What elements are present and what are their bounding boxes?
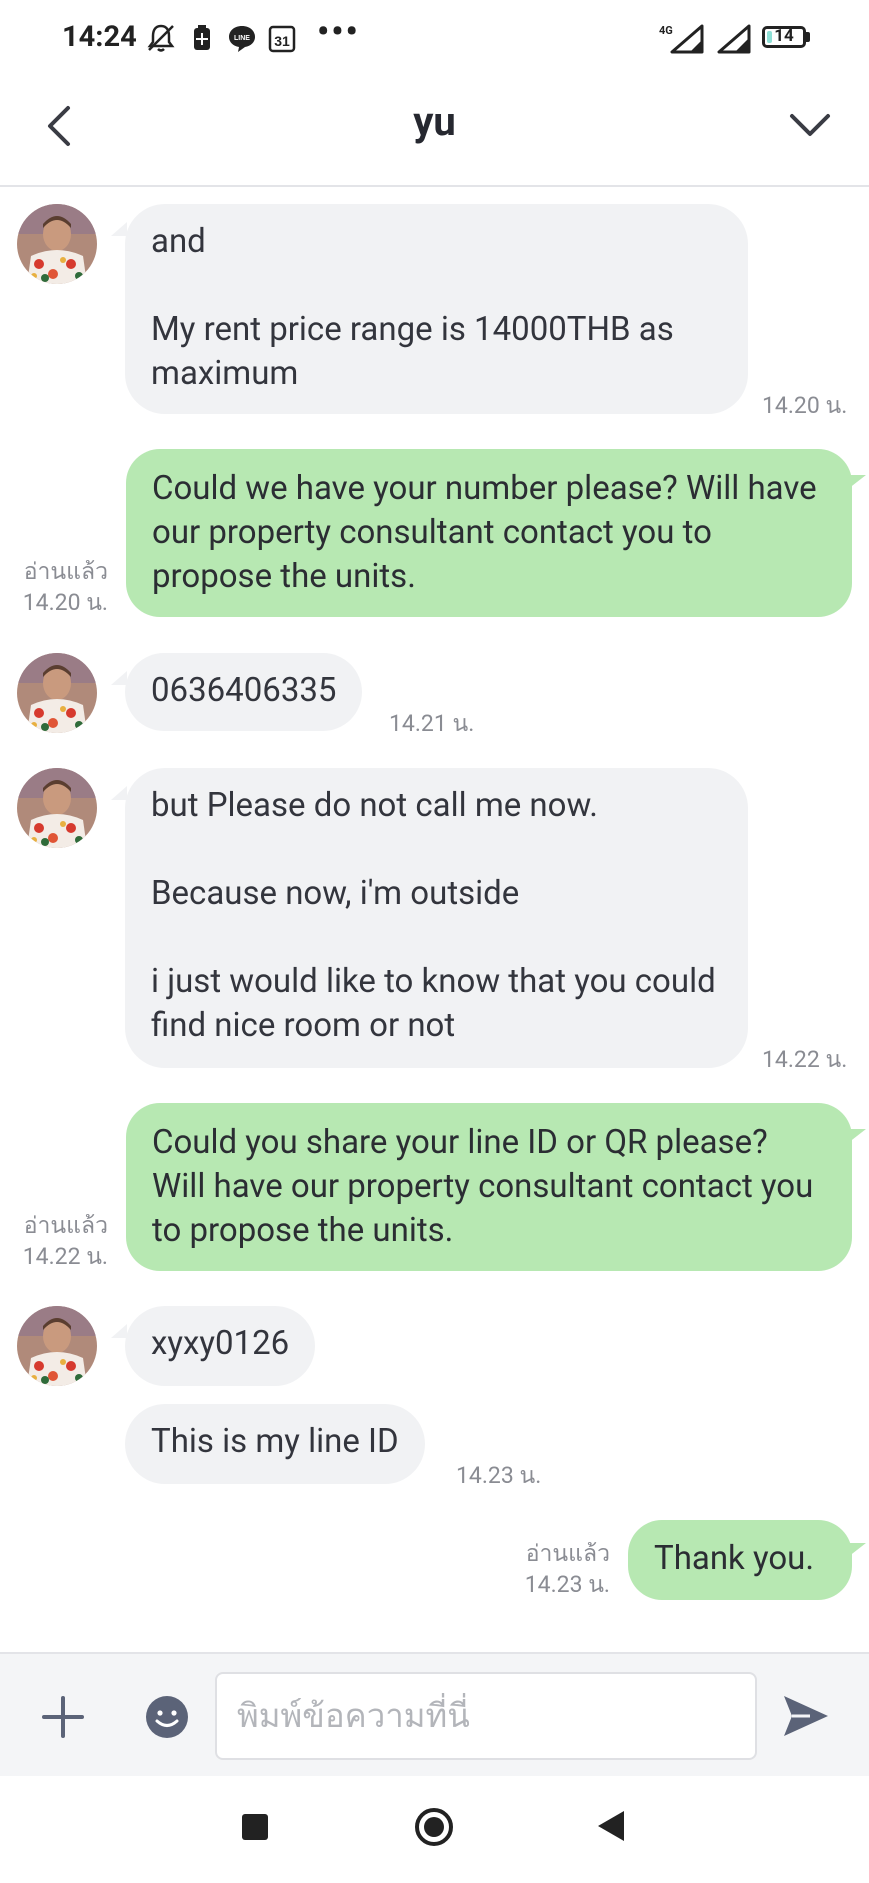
plus-icon[interactable] xyxy=(40,1694,86,1740)
bubble-tail xyxy=(111,1324,127,1338)
bubble-tail xyxy=(111,222,127,236)
line-app-icon: LINE xyxy=(229,26,255,52)
message-bubble[interactable]: xyxy0126 xyxy=(125,1306,316,1386)
bubble-tail xyxy=(111,671,127,685)
message-bubble[interactable]: and My rent price range is 14000THB as m… xyxy=(125,204,748,414)
emoji-icon[interactable] xyxy=(144,1694,190,1740)
message-time: 14.23 น. xyxy=(524,1571,610,1598)
battery-icon: 14 xyxy=(762,26,806,48)
battery-saver-icon xyxy=(194,25,210,50)
mute-notifications-icon xyxy=(147,24,175,52)
message-time: 14.23 น. xyxy=(456,1462,542,1489)
svg-text:LINE: LINE xyxy=(234,35,250,42)
message-time: 14.21 น. xyxy=(389,710,475,737)
more-notifications-icon: ••• xyxy=(317,12,360,52)
message-time: 14.20 น. xyxy=(22,589,108,616)
message-bubble[interactable]: 0636406335 xyxy=(125,653,363,731)
avatar[interactable] xyxy=(17,768,97,848)
chat-title: yu xyxy=(413,98,456,145)
bubble-tail xyxy=(111,786,127,800)
message-read-receipt: อ่านแล้ว 14.23 น. xyxy=(500,1538,610,1600)
bubble-tail xyxy=(848,1129,866,1143)
calendar-icon: 31 xyxy=(268,25,296,53)
read-status: อ่านแล้ว xyxy=(23,558,108,585)
bubble-tail xyxy=(848,475,866,489)
message-bubble[interactable]: This is my line ID xyxy=(125,1404,425,1484)
signal-icon xyxy=(670,24,704,54)
signal-icon-2 xyxy=(717,24,751,54)
send-icon[interactable] xyxy=(780,1692,832,1740)
message-time: 14.22 น. xyxy=(762,1046,848,1073)
message-time: 14.22 น. xyxy=(22,1243,108,1270)
battery-nub xyxy=(806,32,810,42)
calendar-day: 31 xyxy=(274,33,290,49)
system-nav-bar xyxy=(0,1776,869,1883)
message-bubble[interactable]: Could we have your number please? Will h… xyxy=(126,449,852,617)
read-status: อ่านแล้ว xyxy=(525,1540,610,1567)
message-bubble[interactable]: Thank you. xyxy=(628,1520,852,1600)
chevron-down-icon[interactable] xyxy=(780,94,840,154)
recents-icon[interactable] xyxy=(242,1814,268,1840)
avatar[interactable] xyxy=(17,653,97,733)
home-icon[interactable] xyxy=(414,1807,454,1847)
message-read-receipt: อ่านแล้ว 14.20 น. xyxy=(10,556,108,618)
nav-back-icon[interactable] xyxy=(596,1809,626,1843)
message-read-receipt: อ่านแล้ว 14.22 น. xyxy=(10,1210,108,1272)
message-input[interactable] xyxy=(215,1672,757,1760)
message-bubble[interactable]: but Please do not call me now. Because n… xyxy=(125,768,748,1068)
avatar[interactable] xyxy=(17,204,97,284)
message-bubble[interactable]: Could you share your line ID or QR pleas… xyxy=(126,1103,852,1271)
avatar[interactable] xyxy=(17,1306,97,1386)
status-bar: 14:24 LINE 31 ••• 4G 14 xyxy=(0,0,869,76)
read-status: อ่านแล้ว xyxy=(23,1212,108,1239)
chat-header: yu xyxy=(0,76,869,187)
bubble-tail xyxy=(848,1543,866,1557)
message-time: 14.20 น. xyxy=(762,392,848,419)
status-time: 14:24 xyxy=(62,20,137,54)
battery-level: 14 xyxy=(774,26,794,46)
composer-bar xyxy=(0,1652,869,1778)
